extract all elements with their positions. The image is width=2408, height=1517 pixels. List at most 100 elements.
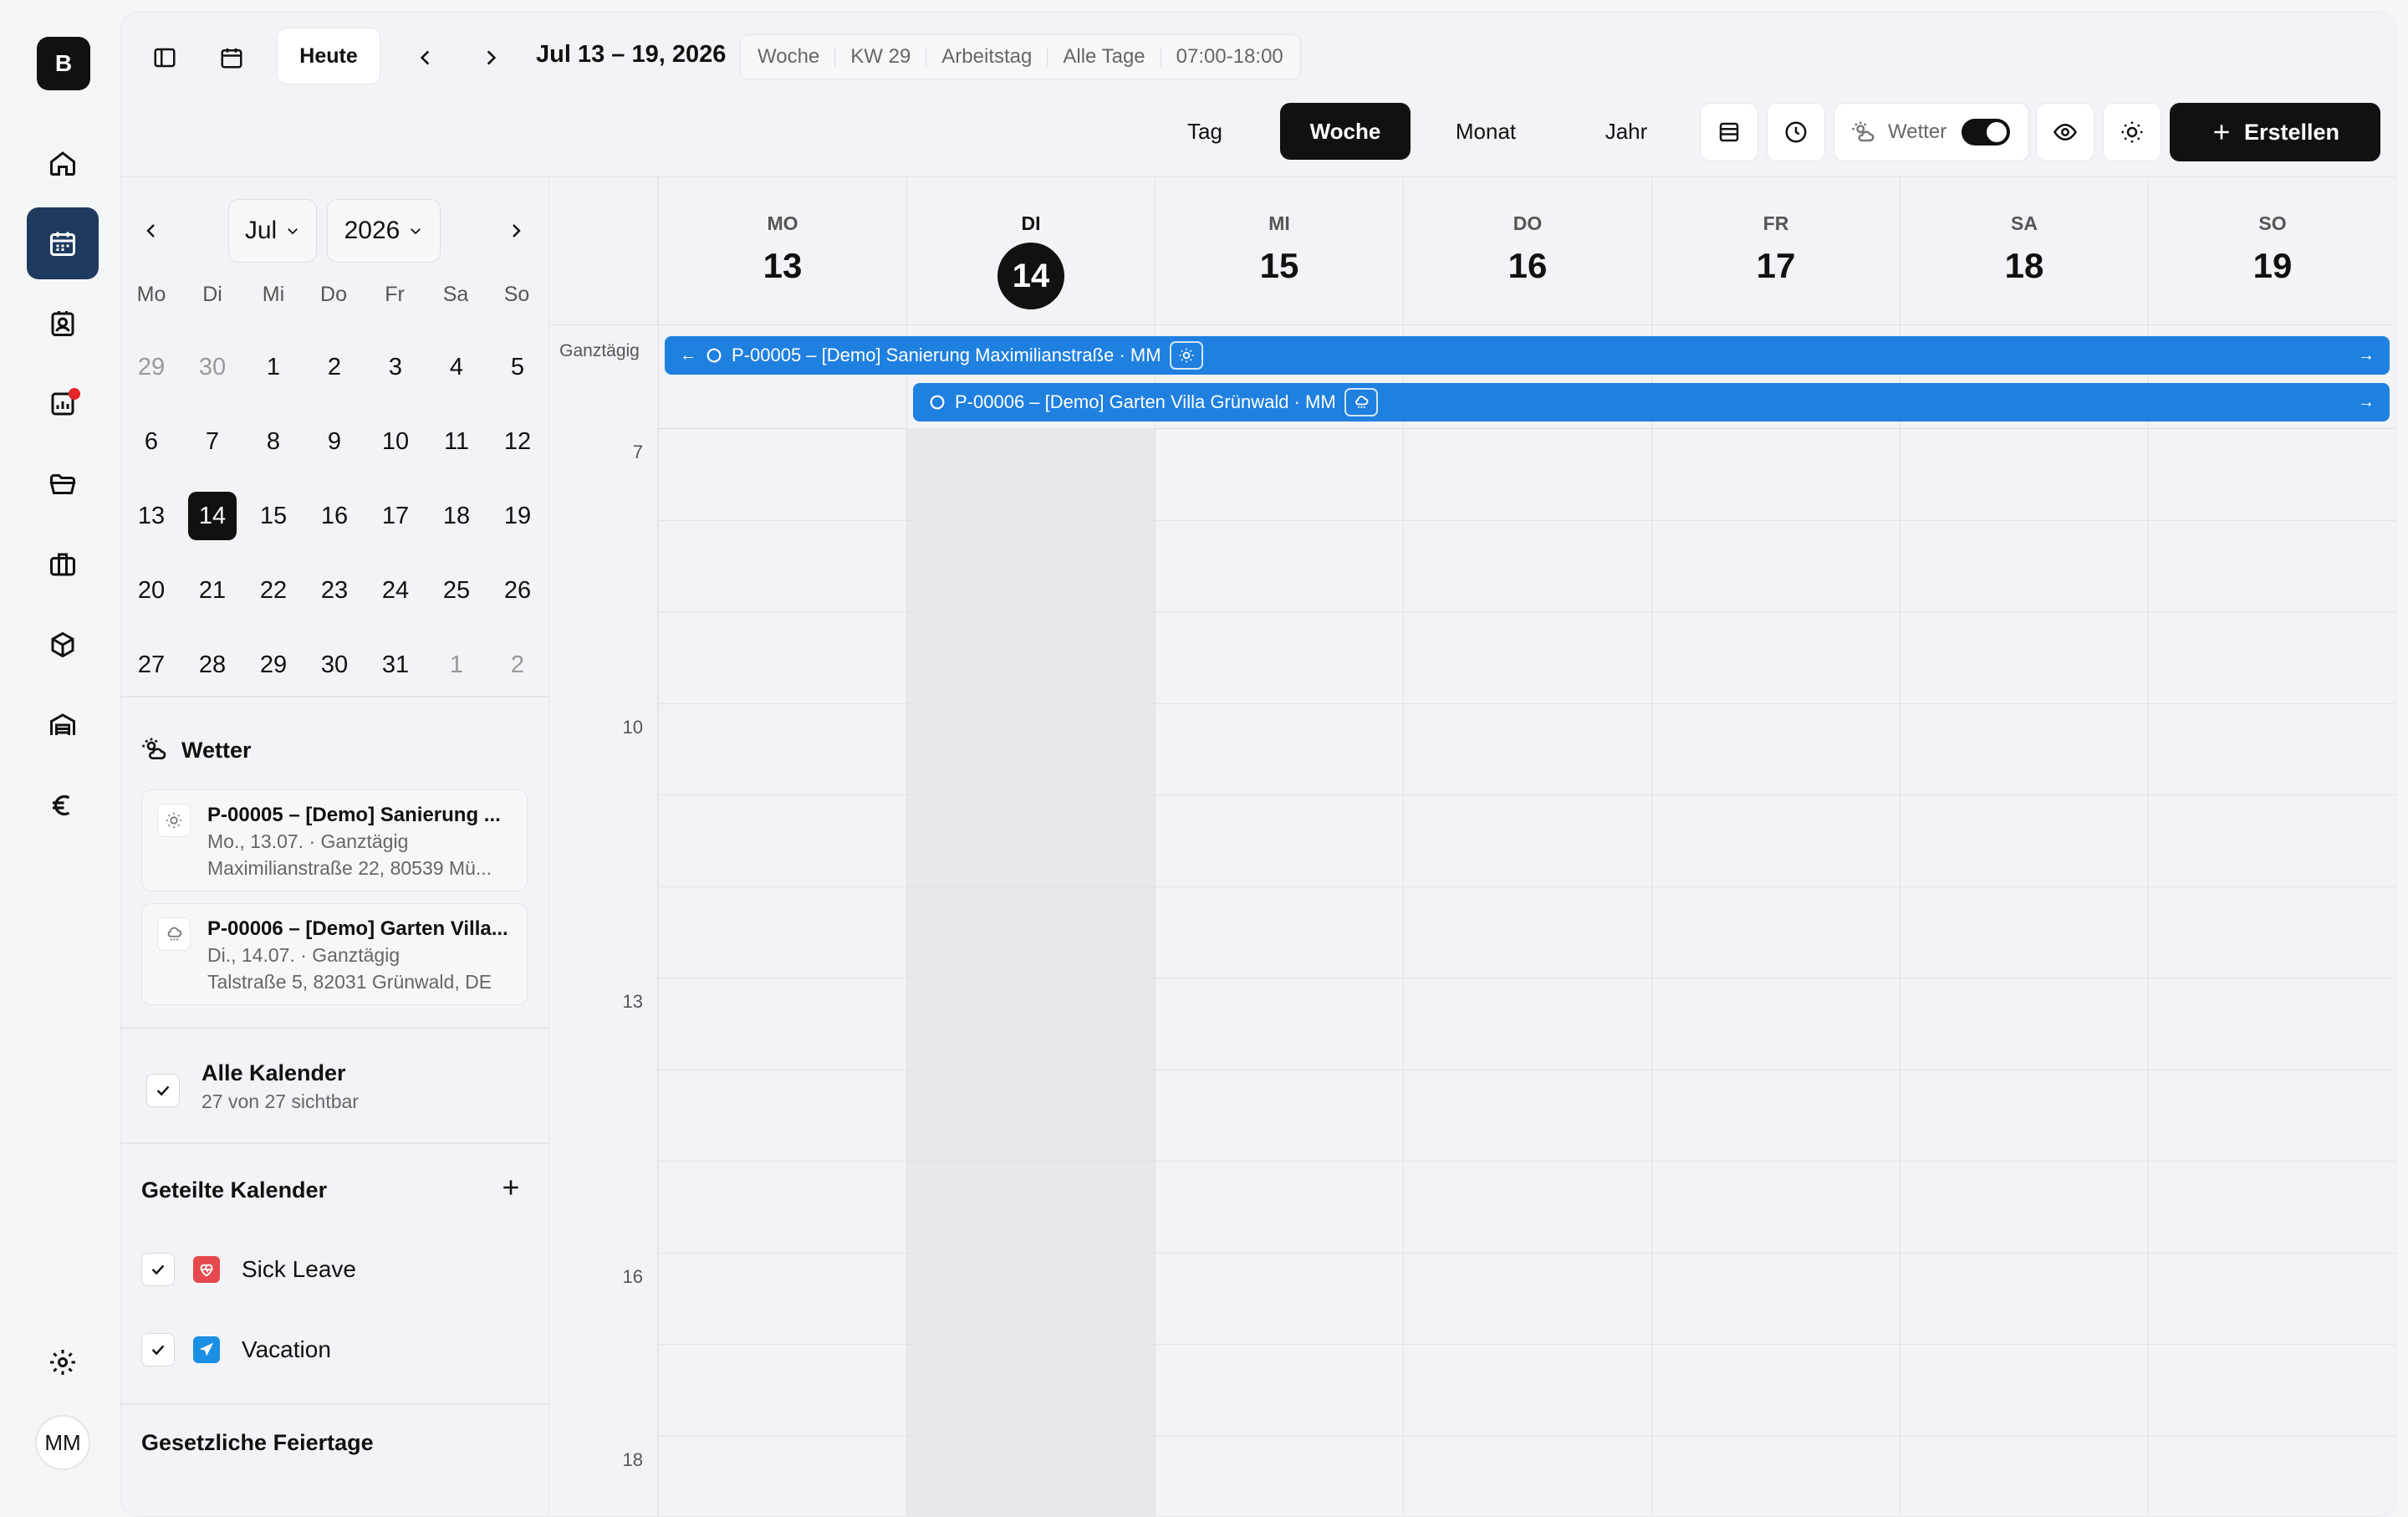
mini-day[interactable]: 15 [249, 492, 298, 540]
weather-card[interactable]: P-00006 – [Demo] Garten Villa... Di., 14… [141, 903, 528, 1005]
day-header[interactable]: DI 14 [906, 177, 1155, 324]
mini-day[interactable]: 17 [371, 492, 420, 540]
nav-products[interactable] [27, 609, 99, 681]
weather-toggle-label: Wetter [1888, 120, 1947, 143]
mini-day[interactable]: 3 [371, 343, 420, 391]
sun-icon [2121, 121, 2143, 143]
mini-day[interactable]: 29 [127, 343, 176, 391]
day-column[interactable] [1651, 428, 1900, 1516]
allday-event[interactable]: P-00006 – [Demo] Garten Villa Grünwald ·… [913, 383, 2390, 421]
mini-day[interactable]: 26 [493, 566, 542, 615]
year-select[interactable]: 2026 [327, 199, 441, 263]
calendar-checkbox-sick-leave[interactable] [141, 1253, 175, 1286]
day-column[interactable] [1900, 428, 2148, 1516]
day-column[interactable] [658, 428, 906, 1516]
nav-finance[interactable] [27, 769, 99, 841]
mini-day[interactable]: 13 [127, 492, 176, 540]
list-view-button[interactable] [1700, 103, 1758, 161]
mini-day[interactable]: 30 [310, 641, 359, 689]
mini-day[interactable]: 6 [127, 417, 176, 466]
day-column[interactable] [2148, 428, 2395, 1516]
mini-day[interactable]: 18 [432, 492, 481, 540]
mini-day[interactable]: 10 [371, 417, 420, 466]
mini-day[interactable]: 22 [249, 566, 298, 615]
day-column[interactable] [1155, 428, 1403, 1516]
mini-day[interactable]: 11 [432, 417, 481, 466]
day-header[interactable]: SO 19 [2148, 177, 2395, 324]
add-shared-calendar-button[interactable] [486, 1162, 536, 1213]
mini-day[interactable]: 30 [188, 343, 237, 391]
create-button[interactable]: Erstellen [2170, 103, 2380, 161]
mini-day[interactable]: 5 [493, 343, 542, 391]
mini-day[interactable]: 2 [493, 641, 542, 689]
mini-day[interactable]: 1 [249, 343, 298, 391]
mini-day[interactable]: 25 [432, 566, 481, 615]
nav-contacts[interactable] [27, 288, 99, 360]
mini-day[interactable]: 28 [188, 641, 237, 689]
all-calendars-checkbox[interactable] [146, 1074, 180, 1107]
mini-day[interactable]: 14 [188, 492, 237, 540]
mini-day[interactable]: 12 [493, 417, 542, 466]
time-view-button[interactable] [1767, 103, 1825, 161]
tab-week[interactable]: Woche [1280, 103, 1411, 160]
mini-day[interactable]: 20 [127, 566, 176, 615]
sick-leave-color-swatch [193, 1256, 220, 1283]
prev-week-button[interactable] [395, 28, 456, 88]
nav-projects[interactable] [27, 529, 99, 600]
weather-card[interactable]: P-00005 – [Demo] Sanierung ... Mo., 13.0… [141, 789, 528, 891]
cloud-rain-icon [1354, 396, 1369, 409]
mini-next-month-button[interactable] [486, 201, 546, 261]
next-week-button[interactable] [461, 28, 521, 88]
mini-day[interactable]: 19 [493, 492, 542, 540]
mini-day[interactable]: 8 [249, 417, 298, 466]
calendar-checkbox-vacation[interactable] [141, 1333, 175, 1366]
mini-day[interactable]: 9 [310, 417, 359, 466]
weather-toggle[interactable]: Wetter [1834, 103, 2029, 161]
toggle-sidebar-button[interactable] [135, 28, 195, 88]
mini-day[interactable]: 27 [127, 641, 176, 689]
mini-day[interactable]: 7 [188, 417, 237, 466]
mini-prev-month-button[interactable] [121, 201, 181, 261]
tab-month[interactable]: Monat [1421, 103, 1551, 160]
event-title: P-00006 – [Demo] Garten Villa Grünwald ·… [955, 391, 1336, 412]
workspace-logo[interactable]: B [37, 37, 90, 90]
mini-day[interactable]: 23 [310, 566, 359, 615]
nav-calendar[interactable] [27, 207, 99, 279]
visibility-button[interactable] [2036, 103, 2094, 161]
weekday-label: So [503, 283, 530, 306]
today-button[interactable]: Heute [277, 28, 380, 84]
day-column[interactable] [906, 428, 1155, 1516]
weekday-label: Do [320, 283, 347, 306]
mini-day[interactable]: 4 [432, 343, 481, 391]
mini-day[interactable]: 24 [371, 566, 420, 615]
day-header[interactable]: DO 16 [1403, 177, 1651, 324]
mini-day[interactable]: 31 [371, 641, 420, 689]
nav-home[interactable] [27, 127, 99, 199]
month-select[interactable]: Jul [228, 199, 317, 263]
tab-day[interactable]: Tag [1140, 103, 1270, 160]
day-header[interactable]: FR 17 [1651, 177, 1900, 324]
mini-day[interactable]: 21 [188, 566, 237, 615]
nav-settings[interactable] [27, 1326, 99, 1398]
contacts-icon [51, 311, 74, 336]
tab-year[interactable]: Jahr [1561, 103, 1691, 160]
allday-event[interactable]: ← P-00005 – [Demo] Sanierung Maximilianst… [665, 336, 2390, 375]
nav-reports[interactable] [27, 368, 99, 440]
day-column[interactable] [1403, 428, 1651, 1516]
day-header[interactable]: MO 13 [658, 177, 906, 324]
date-picker-button[interactable] [202, 28, 262, 88]
weekday-label: Sa [442, 283, 469, 306]
user-avatar[interactable]: MM [35, 1415, 90, 1470]
mini-day[interactable]: 16 [310, 492, 359, 540]
day-header[interactable]: SA 18 [1900, 177, 2148, 324]
nav-warehouse[interactable] [27, 689, 99, 761]
day-header[interactable]: MI 15 [1155, 177, 1403, 324]
mini-day[interactable]: 1 [432, 641, 481, 689]
nav-folders[interactable] [27, 448, 99, 520]
mini-day[interactable]: 29 [249, 641, 298, 689]
calendar-icon [221, 48, 242, 69]
mini-day[interactable]: 2 [310, 343, 359, 391]
meta-view: Woche [758, 45, 820, 68]
theme-button[interactable] [2103, 103, 2161, 161]
weather-switch[interactable] [1962, 119, 2011, 146]
